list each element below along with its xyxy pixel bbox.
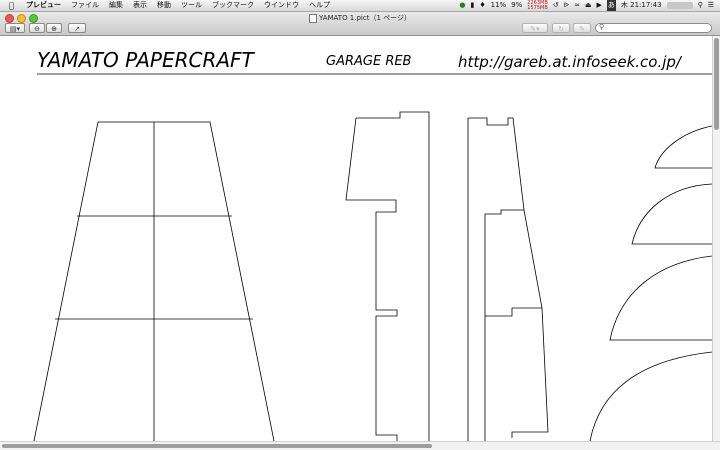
- edit-toolbar-button[interactable]: ✎: [573, 23, 591, 33]
- search-input[interactable]: ⚲: [595, 23, 712, 33]
- vertical-scrollbar[interactable]: [712, 36, 720, 441]
- user-name-blurred[interactable]: [666, 2, 693, 9]
- input-source-icon[interactable]: あ: [606, 0, 616, 11]
- window-title-text: YAMATO 1.pict（1 ページ）: [318, 14, 411, 22]
- menu-window[interactable]: ウインドウ: [264, 0, 299, 11]
- window-title: YAMATO 1.pict（1 ページ）: [0, 13, 720, 23]
- volume-icon[interactable]: ▶: [597, 0, 602, 11]
- memory-free: 1575MB: [527, 4, 548, 11]
- zoom-in-icon: ⊕: [51, 25, 57, 33]
- sync-icon[interactable]: ●: [459, 0, 465, 11]
- app-icon[interactable]: ♦: [479, 0, 485, 11]
- menu-view[interactable]: 表示: [133, 0, 147, 11]
- document-canvas[interactable]: YAMATO PAPERCRAFT GARAGE REB http://gare…: [0, 36, 712, 441]
- tabbed-strip-right: [467, 117, 549, 441]
- annotate-button[interactable]: ✎▾: [522, 23, 548, 33]
- document-icon: [308, 13, 317, 23]
- window-titlebar: YAMATO 1.pict（1 ページ） ▤▾ ⊖ ⊕ ↗ ✎▾ ↻ ✎ ⚲: [0, 12, 720, 36]
- horizontal-scroll-thumb[interactable]: [2, 444, 432, 448]
- wifi-icon[interactable]: ≈: [574, 0, 580, 11]
- clock[interactable]: 木 21:17:43: [621, 0, 662, 11]
- notification-list-icon[interactable]: ☰: [708, 0, 714, 11]
- cpu-percent: 11%: [490, 1, 507, 9]
- battery-monitor-icon[interactable]: ▮: [470, 0, 474, 11]
- memory-monitor[interactable]: 2263MB 1575MB: [527, 0, 548, 11]
- toolbox-icon: ✎: [579, 25, 585, 33]
- tabbed-strip-left: [345, 111, 430, 441]
- battery-percent: 9%: [511, 1, 523, 9]
- horizontal-scrollbar[interactable]: [0, 441, 720, 450]
- arch-part-4: [589, 351, 712, 441]
- status-area: ● ▮ ♦ 11% 9% 2263MB 1575MB ↺ ᐉ ≈ ⏏ ▶ あ 木…: [459, 0, 714, 11]
- menu-bar:  プレビュー ファイル 編集 表示 移動 ツール ブックマーク ウインドウ ヘ…: [0, 0, 720, 12]
- share-button[interactable]: ↗: [68, 23, 86, 33]
- menu-app-preview[interactable]: プレビュー: [26, 0, 61, 11]
- apple-icon[interactable]: : [9, 0, 14, 11]
- zoom-in-button[interactable]: ⊕: [46, 23, 62, 33]
- menu-list: プレビュー ファイル 編集 表示 移動 ツール ブックマーク ウインドウ ヘルプ: [26, 0, 330, 11]
- papercraft-drawing: [33, 73, 712, 441]
- menu-bookmarks[interactable]: ブックマーク: [212, 0, 254, 11]
- arch-part-1: [654, 125, 712, 169]
- arch-part-3: [609, 255, 712, 341]
- search-icon: ⚲: [599, 23, 605, 31]
- share-icon: ↗: [74, 25, 80, 33]
- menu-go[interactable]: 移動: [157, 0, 171, 11]
- spotlight-icon[interactable]: ⚲: [698, 0, 703, 11]
- vertical-scroll-thumb[interactable]: [714, 38, 719, 130]
- view-menu-button[interactable]: ▤▾: [5, 23, 25, 33]
- bluetooth-icon[interactable]: ᐉ: [564, 0, 569, 11]
- menu-help[interactable]: ヘルプ: [309, 0, 330, 11]
- menu-edit[interactable]: 編集: [109, 0, 123, 11]
- rotate-icon: ↻: [558, 25, 564, 33]
- pen-icon: ✎▾: [530, 25, 540, 33]
- time-machine-icon[interactable]: ↺: [553, 0, 559, 11]
- zoom-out-icon: ⊖: [34, 25, 40, 33]
- menu-file[interactable]: ファイル: [71, 0, 99, 11]
- zoom-out-button[interactable]: ⊖: [29, 23, 45, 33]
- eject-icon[interactable]: ⏏: [585, 0, 592, 11]
- menu-tools[interactable]: ツール: [181, 0, 202, 11]
- arch-part-2: [631, 183, 712, 245]
- rotate-button[interactable]: ↻: [552, 23, 570, 33]
- sidebar-icon: ▤▾: [9, 25, 21, 33]
